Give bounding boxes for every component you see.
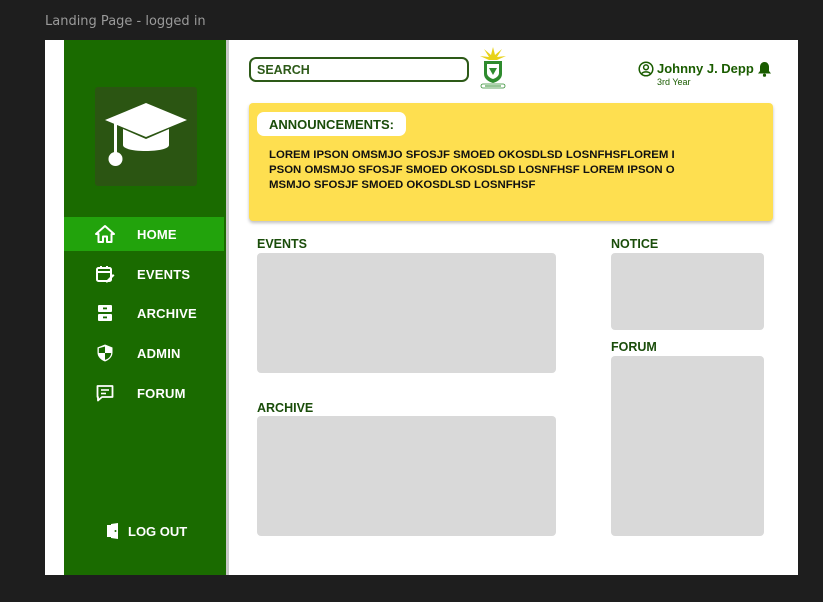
sidebar: HOME EVENTS ARCHIVE ADMIN FORUM LOG OUT — [64, 40, 226, 575]
search-box[interactable] — [249, 57, 469, 82]
home-icon — [95, 225, 115, 243]
chat-icon — [96, 385, 114, 402]
sidebar-item-label: ARCHIVE — [137, 306, 197, 321]
search-input[interactable] — [251, 59, 463, 80]
sidebar-item-events[interactable]: EVENTS — [64, 257, 224, 291]
sidebar-item-label: FORUM — [137, 386, 186, 401]
sidebar-item-label: EVENTS — [137, 267, 191, 282]
sidebar-item-forum[interactable]: FORUM — [64, 376, 224, 410]
sidebar-divider — [226, 40, 229, 575]
shield-icon — [97, 344, 113, 362]
forum-panel[interactable] — [611, 356, 764, 536]
notice-panel[interactable] — [611, 253, 764, 330]
frame-label: Landing Page - logged in — [45, 14, 206, 29]
sidebar-item-admin[interactable]: ADMIN — [64, 336, 224, 370]
school-crest-icon — [480, 47, 506, 89]
announcement-title: ANNOUNCEMENTS: — [257, 112, 406, 136]
graduation-cap-icon — [105, 103, 187, 166]
archive-panel[interactable] — [257, 416, 556, 536]
announcement-card: ANNOUNCEMENTS: LOREM IPSON OMSMJO SFOSJF… — [249, 103, 773, 221]
notice-section-title: NOTICE — [611, 237, 659, 251]
archive-icon — [98, 305, 112, 321]
archive-section-title: ARCHIVE — [257, 401, 314, 415]
sidebar-item-label: HOME — [137, 227, 177, 242]
events-panel[interactable] — [257, 253, 556, 373]
events-section-title: EVENTS — [257, 237, 308, 251]
calendar-edit-icon — [96, 266, 115, 283]
bell-icon[interactable] — [757, 61, 772, 77]
sidebar-item-label: ADMIN — [137, 346, 181, 361]
user-name: Johnny J. Depp — [657, 61, 754, 76]
logout-button[interactable]: LOG OUT — [106, 521, 187, 541]
landing-page-frame: HOME EVENTS ARCHIVE ADMIN FORUM LOG OUT … — [45, 40, 798, 575]
door-exit-icon — [107, 523, 118, 539]
user-year: 3rd Year — [657, 77, 691, 87]
forum-section-title: FORUM — [611, 340, 657, 354]
announcement-body: LOREM IPSON OMSMJO SFOSJF SMOED OKOSDLSD… — [269, 149, 675, 191]
logout-label: LOG OUT — [128, 523, 188, 539]
sidebar-item-home[interactable]: HOME — [64, 217, 224, 251]
user-circle-icon — [638, 61, 654, 77]
app-logo — [95, 87, 197, 186]
sidebar-item-archive[interactable]: ARCHIVE — [64, 296, 224, 330]
